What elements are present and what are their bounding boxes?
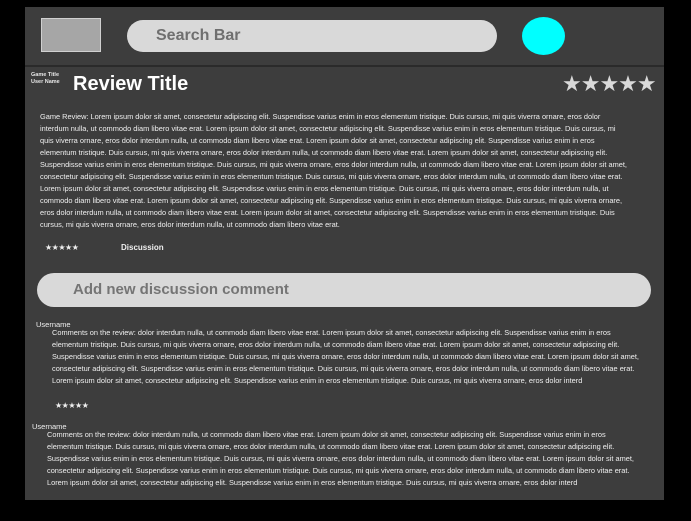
discussion-link[interactable]: Discussion [121,243,164,252]
comment-text: Comments on the review: dolor interdum n… [52,328,639,385]
comment-star-rating: ★★★★★ [55,401,89,410]
top-bar: Search Bar [25,7,664,67]
game-title-label[interactable]: Game Title [31,72,60,79]
user-name-label[interactable]: User Name [31,79,60,86]
review-body: Game Review: Lorem ipsum dolor sit amet,… [40,112,627,229]
review-page: Search Bar Game Title User Name Review T… [25,7,664,500]
comment-text: Comments on the review: dolor interdum n… [47,430,634,487]
search-bar[interactable]: Search Bar [127,20,497,52]
review-star-rating: ★★★★★ [562,71,657,96]
logo-placeholder[interactable] [41,18,101,52]
review-title: Review Title [73,73,189,95]
avatar[interactable] [522,17,565,55]
add-comment-input[interactable] [37,273,651,307]
small-stars: ★★★★★ [45,243,79,252]
review-star-rating-small: ★★★★★ [45,243,79,252]
review-meta: Game Title User Name [31,72,60,86]
